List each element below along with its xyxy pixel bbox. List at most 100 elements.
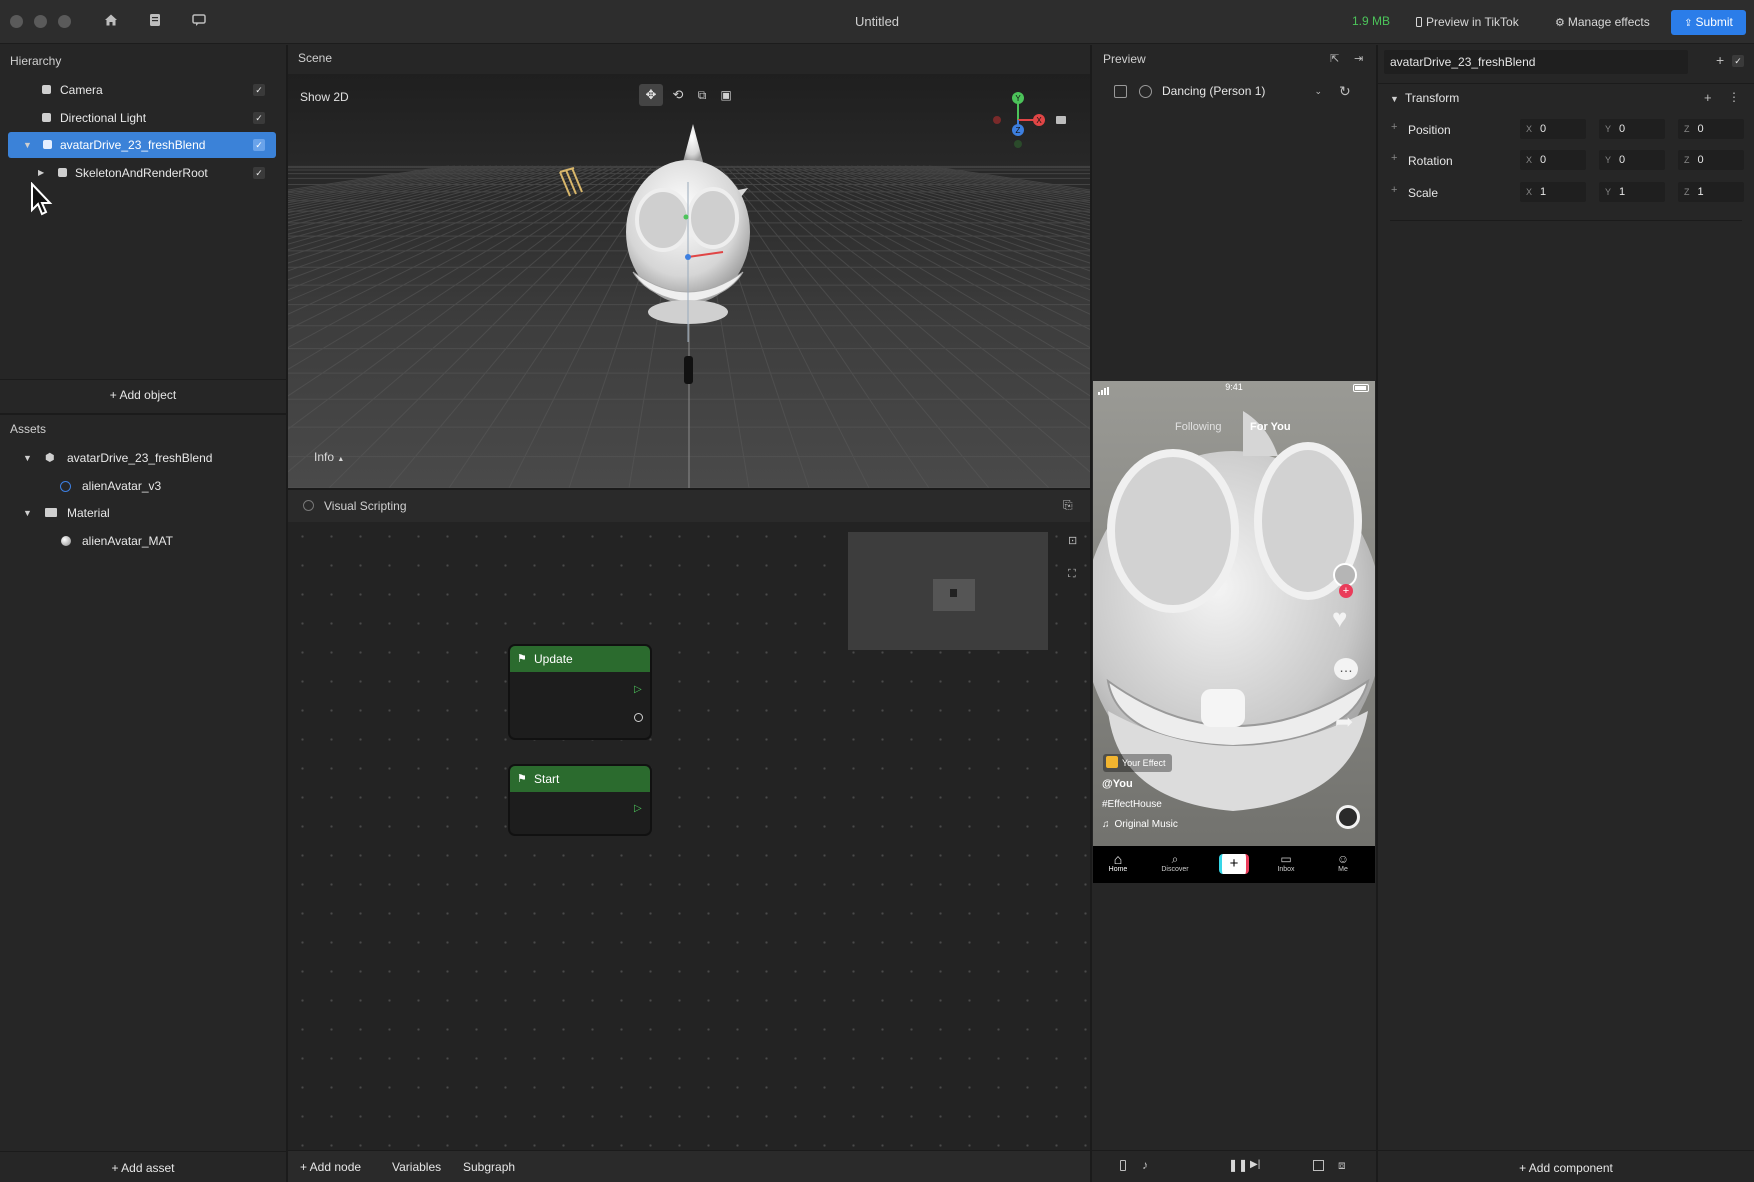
asset-item-label: Material [67,506,110,520]
asset-item-material-folder[interactable]: ▼ Material [0,500,286,526]
scale-tool-icon[interactable]: ⧉ [692,84,712,106]
phone-preview[interactable]: 9:41 Following For You + ♥ … ➦ Your Effe… [1093,381,1375,883]
start-node[interactable]: ⚑ Start ▷ [508,764,652,836]
scale-y-field[interactable]: Y1 [1599,182,1665,202]
preview-video-dropdown[interactable]: Dancing (Person 1) ⌄ [1156,77,1326,105]
nav-discover[interactable]: ⌕ Discover [1155,852,1195,873]
close-panel-icon[interactable] [303,500,314,511]
music-row[interactable]: ♫ Original Music [1102,819,1178,830]
move-tool-icon[interactable]: ✥ [639,84,663,106]
share-icon[interactable]: ➦ [1335,709,1353,735]
hierarchy-item-avatar-selected[interactable]: ▼ avatarDrive_23_freshBlend ✓ [8,132,276,158]
submit-button[interactable]: ⇪ Submit [1671,10,1746,35]
rotate-tool-icon[interactable]: ⟲ [668,84,688,106]
expand-arrow-icon[interactable]: ▼ [23,445,32,471]
comment-icon[interactable]: … [1334,658,1358,680]
rotation-y-field[interactable]: Y0 [1599,150,1665,170]
rotation-x-field[interactable]: X0 [1520,150,1586,170]
visibility-checkbox[interactable]: ✓ [253,112,265,124]
more-options-icon[interactable]: ⋮ [1728,90,1740,104]
update-node[interactable]: ⚑ Update ▷ [508,644,652,740]
expand-plus-icon[interactable]: + [1391,152,1397,164]
pause-icon[interactable]: ❚❚ [1228,1158,1248,1172]
popout-icon[interactable]: ⇱ [1330,52,1339,65]
fit-view-icon[interactable]: ⊡ [1068,534,1077,547]
username[interactable]: @You [1102,778,1133,790]
exec-output-port[interactable]: ▷ [634,803,642,814]
expand-plus-icon[interactable]: + [1391,184,1397,196]
preview-in-tiktok-button[interactable]: Preview in TikTok [1410,10,1525,34]
add-component-button[interactable]: + Add component [1378,1161,1754,1175]
axis-gizmo[interactable]: Y X Z [988,88,1068,158]
position-y-field[interactable]: Y0 [1599,119,1665,139]
visibility-checkbox[interactable]: ✓ [253,84,265,96]
crop-icon[interactable] [1313,1160,1324,1171]
your-effect-badge[interactable]: Your Effect [1103,754,1172,772]
device-icon[interactable] [1120,1160,1126,1171]
manage-effects-button[interactable]: ⚙ Manage effects [1549,10,1656,34]
minimize-window-icon[interactable] [34,15,47,28]
create-plus-button[interactable]: + [1219,854,1249,874]
info-toggle[interactable]: Info ▲ [314,450,344,464]
update-node-header[interactable]: ⚑ Update [510,646,650,672]
alien-avatar-model[interactable] [608,122,768,342]
minimap[interactable] [848,532,1048,650]
enabled-checkbox[interactable]: ✓ [1732,55,1744,67]
follow-plus-icon[interactable]: + [1339,584,1353,598]
close-window-icon[interactable] [10,15,23,28]
capture-icon[interactable]: ⧈ [1338,1158,1346,1173]
object-name-field[interactable]: avatarDrive_23_freshBlend [1384,50,1688,74]
hierarchy-item-camera[interactable]: Camera ✓ [0,77,276,103]
visibility-checkbox[interactable]: ✓ [253,139,265,151]
chat-icon[interactable] [189,12,209,32]
asset-item-mesh[interactable]: alienAvatar_v3 [0,473,286,499]
position-x-field[interactable]: X0 [1520,119,1586,139]
add-icon[interactable]: + [1716,52,1724,68]
rotation-z-field[interactable]: Z0 [1678,150,1744,170]
export-icon[interactable]: ⇥ [1354,52,1363,65]
exec-output-port[interactable]: ▷ [634,684,642,695]
expand-plus-icon[interactable]: + [1391,121,1397,133]
scale-z-field[interactable]: Z1 [1678,182,1744,202]
rect-tool-icon[interactable]: ▣ [716,84,736,106]
refresh-icon[interactable]: ↻ [1339,83,1351,100]
position-z-field[interactable]: Z0 [1678,119,1744,139]
add-asset-button[interactable]: + Add asset [0,1161,286,1175]
expand-arrow-icon[interactable]: ▼ [23,500,32,526]
data-output-port[interactable] [634,713,643,722]
subgraph-tab[interactable]: Subgraph [463,1160,515,1174]
add-property-icon[interactable]: + [1704,90,1712,105]
doc-icon[interactable] [145,12,165,32]
add-node-button[interactable]: + Add node [300,1160,361,1174]
nav-me[interactable]: ☺ Me [1323,852,1363,873]
nav-home[interactable]: ⌂ Home [1098,852,1138,873]
add-object-button[interactable]: + Add object [0,388,286,402]
expand-arrow-icon[interactable]: ▼ [23,132,32,158]
for-you-tab[interactable]: For You [1250,421,1291,433]
pin-panel-icon[interactable]: ⎘ [1063,498,1073,513]
home-icon[interactable] [101,12,121,32]
show-2d-toggle[interactable]: Show 2D [300,90,349,104]
scale-x-field[interactable]: X1 [1520,182,1586,202]
play-source-icon[interactable] [1139,85,1152,98]
start-node-header[interactable]: ⚑ Start [510,766,650,792]
music-disc-icon[interactable] [1336,805,1360,829]
nav-inbox[interactable]: ▭ Inbox [1266,852,1306,873]
visual-scripting-canvas[interactable]: ⊡ ⛶ ⚑ Update ▷ ⚑ Start ▷ [288,522,1090,1150]
tiktok-icon[interactable]: ♪ [1142,1158,1148,1172]
expand-arrow-icon[interactable]: ▼ [1390,94,1399,104]
light-gizmo-icon[interactable] [556,166,592,202]
hierarchy-item-directional-light[interactable]: Directional Light ✓ [0,105,276,131]
hashtag[interactable]: #EffectHouse [1102,799,1162,810]
step-forward-icon[interactable]: ▶| [1250,1159,1260,1170]
maximize-window-icon[interactable] [58,15,71,28]
fullscreen-icon[interactable]: ⛶ [1068,568,1076,581]
following-tab[interactable]: Following [1175,421,1221,433]
asset-item-avatar[interactable]: ▼ ⬢ avatarDrive_23_freshBlend [0,445,286,471]
visibility-checkbox[interactable]: ✓ [253,167,265,179]
variables-tab[interactable]: Variables [392,1160,441,1174]
heart-icon[interactable]: ♥ [1332,603,1347,634]
scene-viewport[interactable]: Show 2D ✥ ⟲ ⧉ ▣ Y X Z Info ▲ [288,74,1090,488]
asset-item-material[interactable]: alienAvatar_MAT [0,528,286,554]
camera-source-icon[interactable] [1114,85,1127,98]
